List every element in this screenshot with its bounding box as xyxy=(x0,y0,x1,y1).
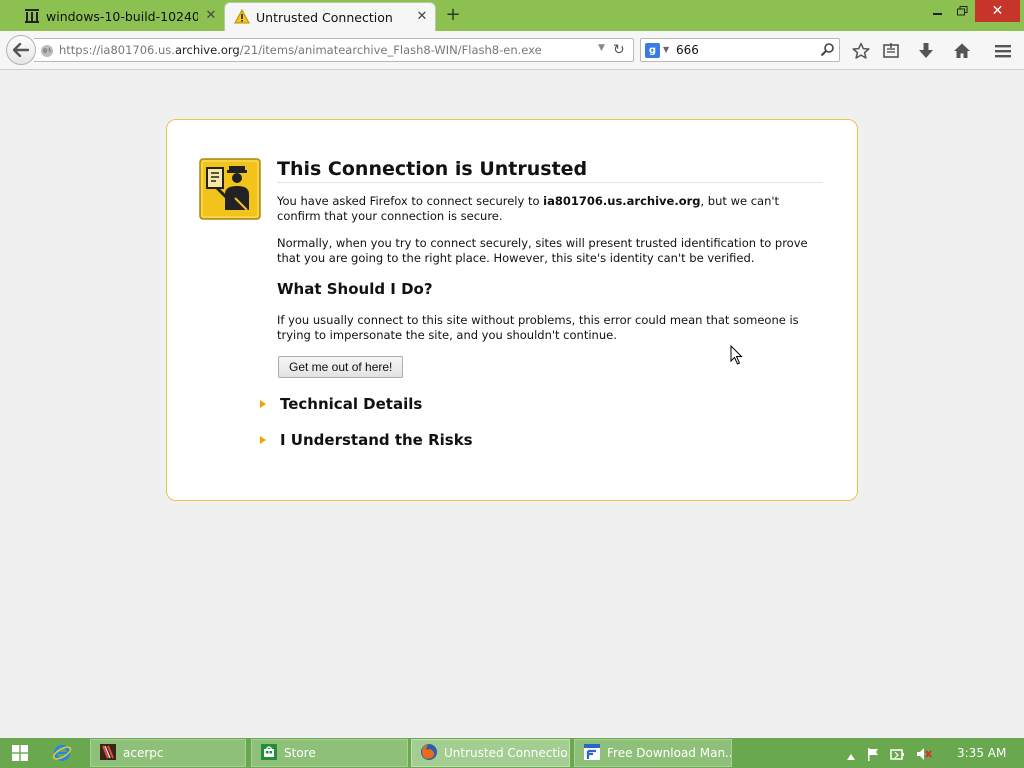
close-tab-icon[interactable]: ✕ xyxy=(204,9,218,23)
taskbar-label: Store xyxy=(284,746,316,760)
intro-paragraph: You have asked Firefox to connect secure… xyxy=(277,194,825,224)
taskbar-label: Free Download Man... xyxy=(607,746,732,760)
warning-icon xyxy=(234,8,250,27)
user-folder-icon xyxy=(99,743,117,764)
back-button[interactable] xyxy=(6,35,36,65)
taskbar-label: Untrusted Connectio... xyxy=(444,746,570,760)
tab-strip: windows-10-build-10240-3... ✕ Untrusted … xyxy=(0,0,1024,31)
taskbar-item-acerpc[interactable]: acerpc xyxy=(90,739,246,767)
url-bar[interactable]: https://ia801706.us.archive.org/21/items… xyxy=(34,38,634,62)
understand-risks-label: I Understand the Risks xyxy=(280,431,473,449)
technical-details-expander[interactable]: Technical Details xyxy=(260,395,422,413)
url-domain: archive.org xyxy=(174,43,240,57)
taskbar-item-store[interactable]: Store xyxy=(251,739,408,767)
restore-icon xyxy=(956,6,967,16)
archive-icon xyxy=(24,8,40,27)
firefox-icon xyxy=(420,743,438,764)
taskbar-label: acerpc xyxy=(123,746,164,760)
history-dropdown-icon[interactable]: ▼ xyxy=(598,43,605,53)
taskbar-item-free-download-manager[interactable]: Free Download Man... xyxy=(574,739,732,767)
search-input[interactable] xyxy=(676,42,816,58)
taskbar-item-firefox[interactable]: Untrusted Connectio... xyxy=(411,739,570,767)
google-icon[interactable]: g xyxy=(645,43,660,58)
store-icon xyxy=(260,743,278,764)
tab-label: windows-10-build-10240-3... xyxy=(46,9,198,24)
page-content: This Connection is Untrusted You have as… xyxy=(0,71,1024,738)
bookmark-star-icon[interactable] xyxy=(850,40,872,62)
advice-paragraph: If you usually connect to this site with… xyxy=(277,313,799,342)
back-arrow-icon xyxy=(13,43,29,57)
tab-archive[interactable]: windows-10-build-10240-3... ✕ xyxy=(18,2,224,31)
hostname: ia801706.us.archive.org xyxy=(543,194,701,208)
tab-untrusted-connection[interactable]: Untrusted Connection ✕ xyxy=(224,2,436,31)
internet-explorer-icon[interactable] xyxy=(52,743,72,767)
mouse-pointer-icon xyxy=(730,344,744,369)
system-tray xyxy=(846,746,932,765)
get-me-out-button[interactable]: Get me out of here! xyxy=(278,356,404,378)
minimize-icon xyxy=(933,13,942,15)
reload-icon[interactable]: ↻ xyxy=(613,42,625,58)
show-hidden-icons-icon[interactable] xyxy=(846,746,856,765)
globe-icon[interactable] xyxy=(40,43,54,62)
navigation-toolbar: https://ia801706.us.archive.org/21/items… xyxy=(0,31,1024,70)
understand-risks-expander[interactable]: I Understand the Risks xyxy=(260,431,473,449)
action-center-flag-icon[interactable] xyxy=(866,746,880,765)
bookmarks-menu-icon[interactable] xyxy=(880,40,902,62)
page-title: This Connection is Untrusted xyxy=(277,158,823,183)
what-should-i-do-heading: What Should I Do? xyxy=(277,280,433,298)
error-panel: This Connection is Untrusted You have as… xyxy=(166,119,858,501)
fdm-icon xyxy=(583,743,601,764)
magnifier-icon[interactable] xyxy=(819,42,835,62)
url-prefix: https://ia801706.us. xyxy=(59,43,175,57)
hamburger-menu-icon[interactable] xyxy=(992,40,1014,62)
technical-details-label: Technical Details xyxy=(280,395,423,413)
power-icon[interactable] xyxy=(890,746,906,765)
intro-text: You have asked Firefox to connect secure… xyxy=(277,194,544,208)
expand-triangle-icon xyxy=(260,400,266,408)
windows-start-icon[interactable] xyxy=(12,745,28,765)
chevron-down-icon[interactable]: ▼ xyxy=(663,45,669,54)
tab-label: Untrusted Connection xyxy=(256,9,393,25)
expand-triangle-icon xyxy=(260,436,266,444)
security-officer-icon xyxy=(199,158,261,224)
home-icon[interactable] xyxy=(951,40,973,62)
search-bar[interactable]: g ▼ xyxy=(640,38,840,62)
close-icon: ✕ xyxy=(991,3,1004,19)
restore-button[interactable] xyxy=(948,0,976,22)
url-path: /21/items/animatearchive_Flash8-WIN/Flas… xyxy=(239,43,542,57)
clock[interactable]: 3:35 AM xyxy=(957,746,1006,760)
explanation-paragraph: Normally, when you try to connect secure… xyxy=(277,236,808,265)
download-icon[interactable] xyxy=(915,40,937,62)
new-tab-button[interactable]: + xyxy=(444,6,462,24)
speaker-muted-icon[interactable] xyxy=(916,746,932,765)
taskbar: acerpc Store Untrusted Connectio... Free… xyxy=(0,738,1024,768)
url-text[interactable]: https://ia801706.us.archive.org/21/items… xyxy=(59,43,542,57)
window-close-button[interactable]: ✕ xyxy=(975,0,1020,22)
close-tab-icon[interactable]: ✕ xyxy=(415,10,429,24)
